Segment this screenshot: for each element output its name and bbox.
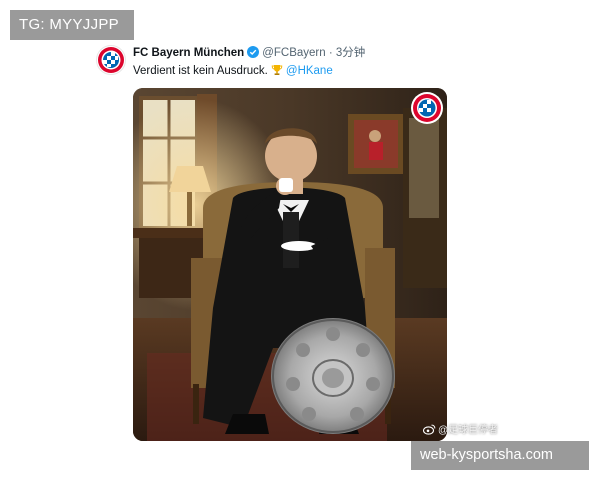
timestamp-separator: · (328, 47, 333, 59)
weibo-watermark-text: @足球巨停者 (438, 425, 499, 436)
tweet-text: Verdient ist kein Ausdruck. @HKane (133, 64, 333, 78)
tweet-image[interactable] (133, 88, 447, 441)
fc-bayern-logo-icon (98, 47, 124, 73)
author-line: FC Bayern München @FCBayern · 3分钟 (133, 46, 365, 60)
site-watermark-label: web-kysportsha.com (411, 441, 589, 470)
trophy-icon (271, 65, 283, 75)
author-avatar[interactable] (96, 45, 126, 75)
verified-badge-icon (247, 46, 260, 58)
tweet-photo-illustration (133, 88, 447, 441)
fc-bayern-logo-icon (411, 92, 443, 124)
weibo-watermark: @足球巨停者 (423, 424, 498, 437)
tweet-header: FC Bayern München @FCBayern · 3分钟 Verdien… (96, 44, 436, 84)
meisterschale-trophy (271, 318, 395, 434)
tweet-timestamp[interactable]: 3分钟 (336, 47, 365, 59)
author-name[interactable]: FC Bayern München (133, 47, 244, 59)
telegram-watermark-label: TG: MYYJJPP (10, 10, 134, 40)
tweet-body-text: Verdient ist kein Ausdruck. (133, 65, 268, 77)
weibo-icon (423, 424, 436, 435)
mention-link[interactable]: @HKane (286, 65, 333, 77)
author-handle[interactable]: @FCBayern (262, 47, 325, 59)
